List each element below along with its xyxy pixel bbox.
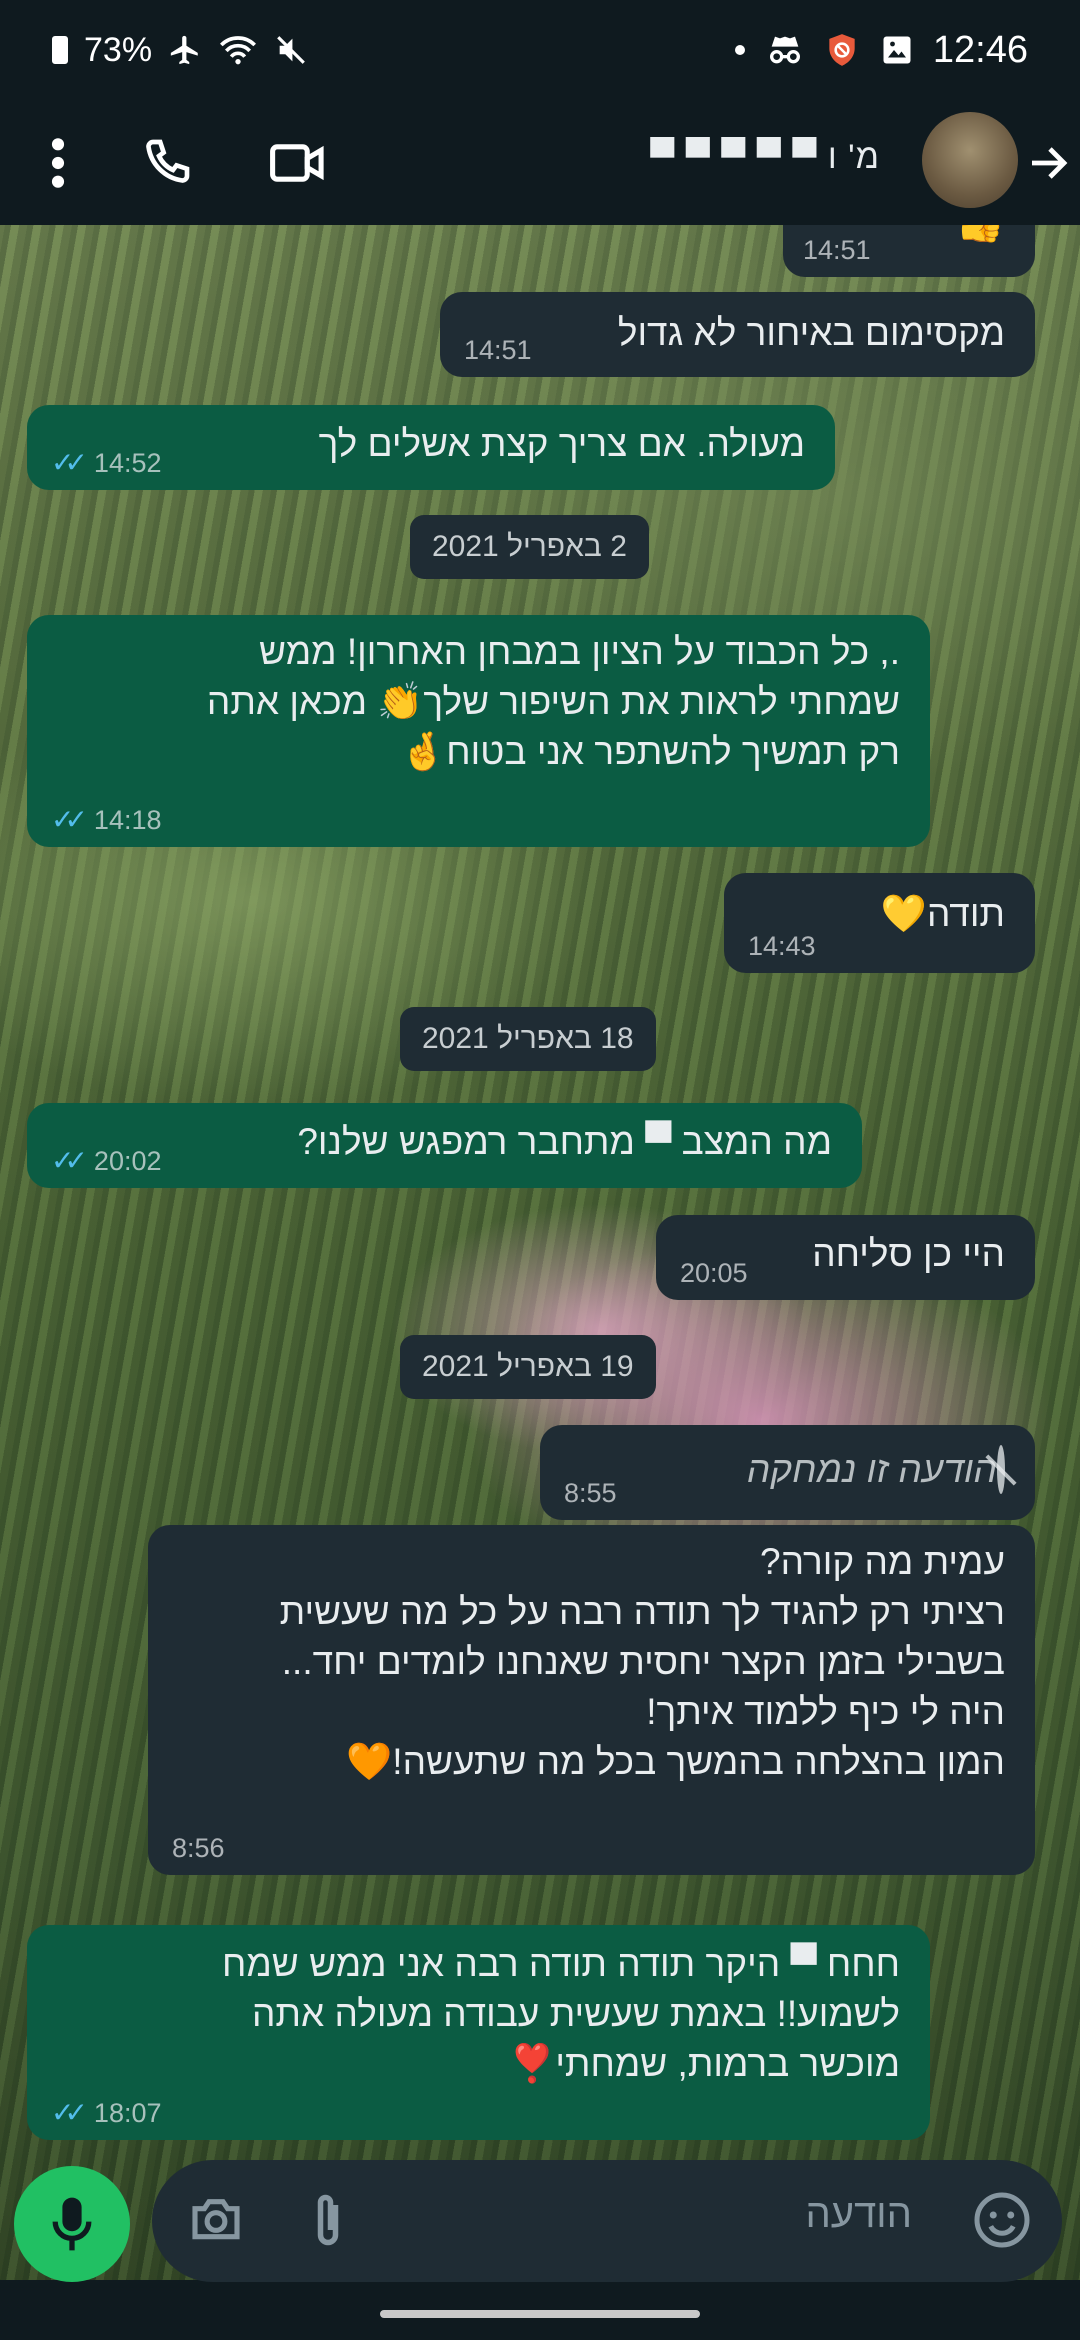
dot-icon — [733, 43, 747, 57]
battery-percent: 73% — [84, 30, 153, 69]
message-time: 8:56 — [172, 1833, 225, 1863]
message-bubble-outgoing[interactable]: מה המצב ▀ מתחבר רמפגש שלנו? ✓✓ 20:02 — [27, 1103, 862, 1188]
message-time: 8:55 — [564, 1478, 617, 1508]
read-ticks-icon: ✓✓ — [51, 2097, 88, 2128]
mic-icon — [52, 2197, 92, 2251]
message-line: עמית מה קורה? — [760, 1541, 1005, 1582]
emoji-icon[interactable] — [972, 2190, 1032, 2255]
video-icon[interactable] — [268, 100, 328, 225]
message-meta: ✓✓ 14:18 — [51, 804, 162, 836]
message-bubble-incoming[interactable]: היי כן סליחה 20:05 — [656, 1215, 1035, 1300]
incognito-icon — [765, 33, 805, 67]
message-line: רק תמשיך להשתפר אני בטוח🤞 — [400, 731, 900, 772]
message-placeholder: הודעה — [805, 2192, 912, 2236]
message-bubble-incoming[interactable]: תודה💛 14:43 — [724, 873, 1035, 973]
date-divider: 2 באפריל 2021 — [410, 515, 649, 579]
contact-name[interactable]: מ' ו ▀ ▀ ▀ ▀ ▀ — [650, 138, 880, 177]
avatar[interactable] — [922, 112, 1018, 208]
message-time: 14:52 — [93, 448, 162, 478]
chat-header: מ' ו ▀ ▀ ▀ ▀ ▀ — [0, 100, 1080, 225]
date-divider: 19 באפריל 2021 — [400, 1335, 656, 1399]
mute-icon — [274, 33, 308, 67]
message-time: 18:07 — [93, 2098, 162, 2128]
shield-icon — [823, 31, 861, 69]
message-meta: ✓✓ 18:07 — [51, 2097, 162, 2129]
message-time: 14:51 — [464, 335, 532, 365]
message-bubble-outgoing[interactable]: חחח ▀ היקר תודה תודה רבה אני ממש שמח לשמ… — [27, 1925, 930, 2140]
read-ticks-icon: ✓✓ — [51, 1145, 88, 1176]
status-bar: 73% 12:46 — [0, 0, 1080, 100]
message-line: ., כל הכבוד על הציון במבחן האחרון! ממש — [259, 631, 900, 672]
thumbs-up-emoji: 👍 — [955, 225, 1005, 247]
read-ticks-icon: ✓✓ — [51, 804, 88, 835]
phone-icon[interactable] — [138, 100, 194, 225]
arrow-forward-icon[interactable] — [1024, 100, 1072, 225]
message-time: 20:02 — [93, 1146, 162, 1176]
message-list: 👍 14:51 מקסימום באיחור לא גדול 14:51 מעו… — [0, 225, 1080, 2175]
message-meta: ✓✓ 20:02 — [51, 1145, 162, 1177]
home-indicator[interactable] — [380, 2310, 700, 2318]
message-time: 14:18 — [93, 805, 162, 835]
message-bubble-incoming[interactable]: עמית מה קורה? רציתי רק להגיד לך תודה רבה… — [148, 1525, 1035, 1875]
message-line: רציתי רק להגיד לך תודה רבה על כל מה שעשי… — [279, 1591, 1005, 1632]
message-text: תודה💛 — [880, 893, 1005, 934]
message-time: 14:51 — [803, 235, 871, 265]
read-ticks-icon: ✓✓ — [51, 447, 88, 478]
attach-icon[interactable] — [308, 2190, 348, 2255]
message-line: שמחתי לראות את השיפור שלך👏 מכאן אתה — [206, 681, 900, 722]
mic-button[interactable] — [14, 2166, 130, 2282]
wifi-icon — [218, 33, 258, 67]
camera-icon[interactable] — [188, 2192, 244, 2249]
message-meta: ✓✓ 14:52 — [51, 447, 162, 479]
message-time: 20:05 — [680, 1258, 748, 1288]
message-line: בשבילי בזמן הקצר יחסית שאנחנו לומדים יחד… — [281, 1641, 1005, 1682]
date-divider: 18 באפריל 2021 — [400, 1007, 656, 1071]
message-time: 14:43 — [748, 931, 816, 961]
message-line: מוכשר ברמות, שמחתי❣️ — [509, 2043, 900, 2084]
message-bubble-incoming[interactable]: מקסימום באיחור לא גדול 14:51 — [440, 292, 1035, 377]
battery-icon — [52, 36, 68, 64]
airplane-icon — [168, 33, 202, 67]
message-line: היה לי כיף ללמוד איתך! — [646, 1691, 1005, 1732]
message-line: לשמוע!! באמת שעשית עבודה מעולה אתה — [251, 1993, 900, 2034]
message-bubble-outgoing[interactable]: ., כל הכבוד על הציון במבחן האחרון! ממש ש… — [27, 615, 930, 847]
deleted-icon — [997, 1445, 1005, 1494]
message-line: המון בהצלחה בהמשך בכל מה שתעשה!🧡 — [346, 1741, 1005, 1782]
message-bubble-outgoing[interactable]: מעולה. אם צריך קצת אשלים לך ✓✓ 14:52 — [27, 405, 835, 490]
message-bubble-incoming[interactable]: 👍 14:51 — [783, 225, 1035, 277]
message-input[interactable]: הודעה — [152, 2160, 1062, 2282]
clock: 12:46 — [932, 28, 1028, 71]
more-vert-icon[interactable] — [38, 100, 78, 225]
message-line: חחח ▀ היקר תודה תודה רבה אני ממש שמח — [222, 1943, 900, 1984]
gallery-icon — [879, 32, 915, 68]
message-text: הודעה זו נמחקה — [746, 1449, 997, 1490]
message-bubble-deleted[interactable]: הודעה זו נמחקה 8:55 — [540, 1425, 1035, 1520]
